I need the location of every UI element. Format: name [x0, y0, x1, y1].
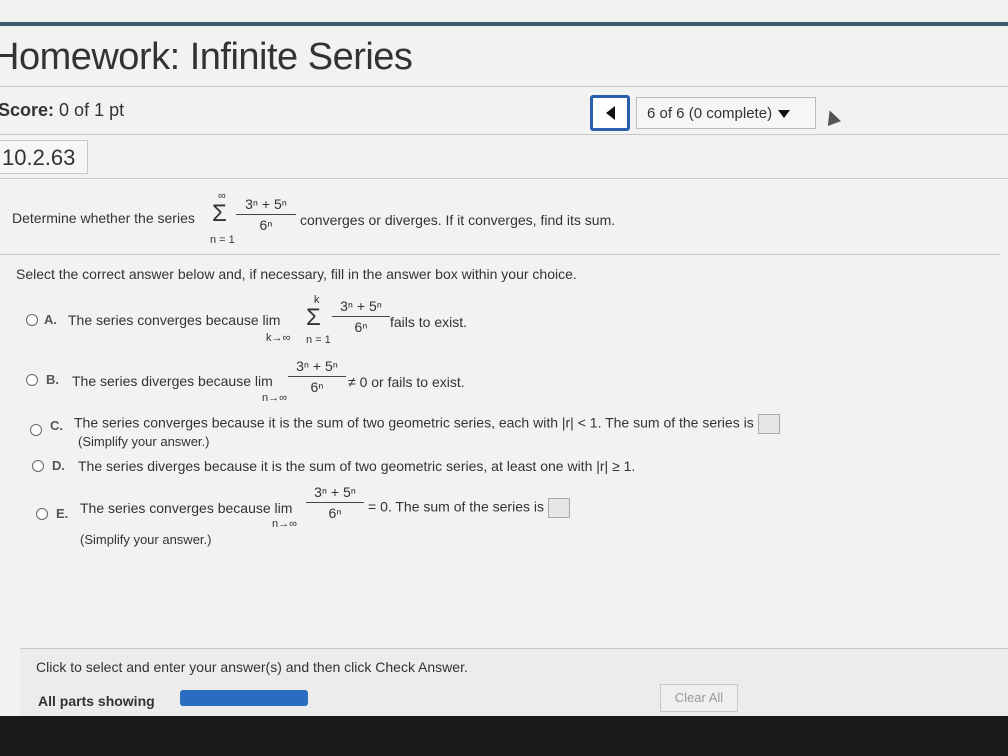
header-accent-line — [0, 22, 1008, 26]
option-b-text: The series diverges because lim — [72, 373, 273, 389]
fraction-denominator: 6ⁿ — [328, 505, 342, 521]
sigma-icon: Σ — [212, 200, 227, 227]
parts-showing-label: All parts showing — [38, 693, 155, 709]
option-c-letter: C. — [50, 418, 63, 433]
option-a-sum-lower: n = 1 — [306, 334, 331, 346]
divider — [0, 134, 1008, 135]
sum-lower-limit: n = 1 — [210, 234, 235, 246]
score-display: Score: 0 of 1 pt — [0, 100, 124, 121]
series-fraction: 3ⁿ + 5ⁿ 6ⁿ — [236, 196, 296, 233]
option-a-letter: A. — [44, 312, 57, 327]
option-a-tail: fails to exist. — [390, 314, 468, 330]
question-selector-label: 6 of 6 (0 complete) — [647, 105, 773, 122]
fraction-numerator: 3ⁿ + 5ⁿ — [245, 196, 287, 212]
chevron-down-icon — [778, 110, 791, 119]
divider — [0, 254, 1000, 255]
fraction-denominator: 6ⁿ — [354, 319, 368, 335]
option-b-tail: ≠ 0 or fails to exist. — [348, 374, 465, 390]
score-label: Score: — [0, 100, 55, 120]
footer-hint: Click to select and enter your answer(s)… — [36, 659, 468, 675]
fraction-numerator: 3ⁿ + 5ⁿ — [296, 358, 338, 374]
divider — [0, 86, 1008, 87]
option-c-statement: The series converges because it is the s… — [74, 414, 754, 431]
option-e-answer-box[interactable] — [547, 498, 570, 518]
question-prefix: Determine whether the series — [12, 210, 195, 226]
option-b-limit-sub: n→∞ — [262, 392, 287, 404]
sigma-icon: Σ — [306, 304, 321, 331]
fraction-numerator: 3ⁿ + 5ⁿ — [340, 298, 382, 314]
radio-option-b[interactable] — [26, 374, 38, 386]
fraction-bar — [288, 376, 346, 377]
option-b-letter: B. — [46, 372, 59, 387]
option-c-answer-box[interactable] — [757, 414, 780, 434]
option-e-tail: = 0. The sum of the series is — [368, 498, 570, 518]
question-suffix: converges or diverges. If it converges, … — [300, 212, 616, 228]
option-e-letter: E. — [56, 506, 69, 521]
option-e-fraction: 3ⁿ + 5ⁿ 6ⁿ — [306, 484, 364, 521]
radio-option-d[interactable] — [32, 460, 44, 472]
question-id: 10.2.63 — [0, 140, 88, 174]
option-a-limit-sub: k→∞ — [266, 332, 291, 344]
option-e-hint: (Simplify your answer.) — [80, 532, 212, 547]
option-c-hint: (Simplify your answer.) — [78, 434, 210, 449]
score-value: 0 of 1 pt — [59, 100, 125, 120]
fraction-bar — [332, 316, 390, 317]
option-d-text: The series diverges because it is the su… — [78, 458, 636, 474]
mouse-cursor-icon — [823, 108, 841, 126]
option-e-tail-text: = 0. The sum of the series is — [368, 498, 544, 515]
fraction-bar — [306, 502, 364, 503]
radio-option-e[interactable] — [36, 508, 48, 520]
previous-question-button[interactable] — [590, 95, 630, 131]
homework-page: Homework: Infinite Series Score: 0 of 1 … — [0, 0, 1008, 756]
option-c-text: The series converges because it is the s… — [74, 414, 780, 434]
option-e-limit-sub: n→∞ — [272, 518, 297, 530]
arrow-left-icon — [605, 106, 615, 120]
radio-option-a[interactable] — [26, 314, 38, 326]
page-title: Homework: Infinite Series — [0, 36, 413, 78]
fraction-denominator: 6ⁿ — [310, 379, 324, 395]
fraction-numerator: 3ⁿ + 5ⁿ — [314, 484, 356, 500]
fraction-bar — [236, 214, 296, 215]
clear-all-button[interactable]: Clear All — [660, 684, 738, 712]
option-d-letter: D. — [52, 458, 65, 473]
question-selector[interactable]: 6 of 6 (0 complete) — [636, 97, 816, 129]
screen-bezel — [0, 716, 1008, 756]
fraction-denominator: 6ⁿ — [259, 217, 273, 233]
option-b-fraction: 3ⁿ + 5ⁿ 6ⁿ — [288, 358, 346, 395]
option-a-text: The series converges because lim — [68, 312, 281, 328]
divider — [0, 178, 1008, 179]
progress-bar — [180, 690, 308, 706]
radio-option-c[interactable] — [30, 424, 42, 436]
instruction-text: Select the correct answer below and, if … — [16, 266, 577, 282]
footer-bar: Click to select and enter your answer(s)… — [20, 648, 1008, 717]
option-e-text: The series converges because lim — [80, 500, 293, 516]
option-a-fraction: 3ⁿ + 5ⁿ 6ⁿ — [332, 298, 390, 335]
